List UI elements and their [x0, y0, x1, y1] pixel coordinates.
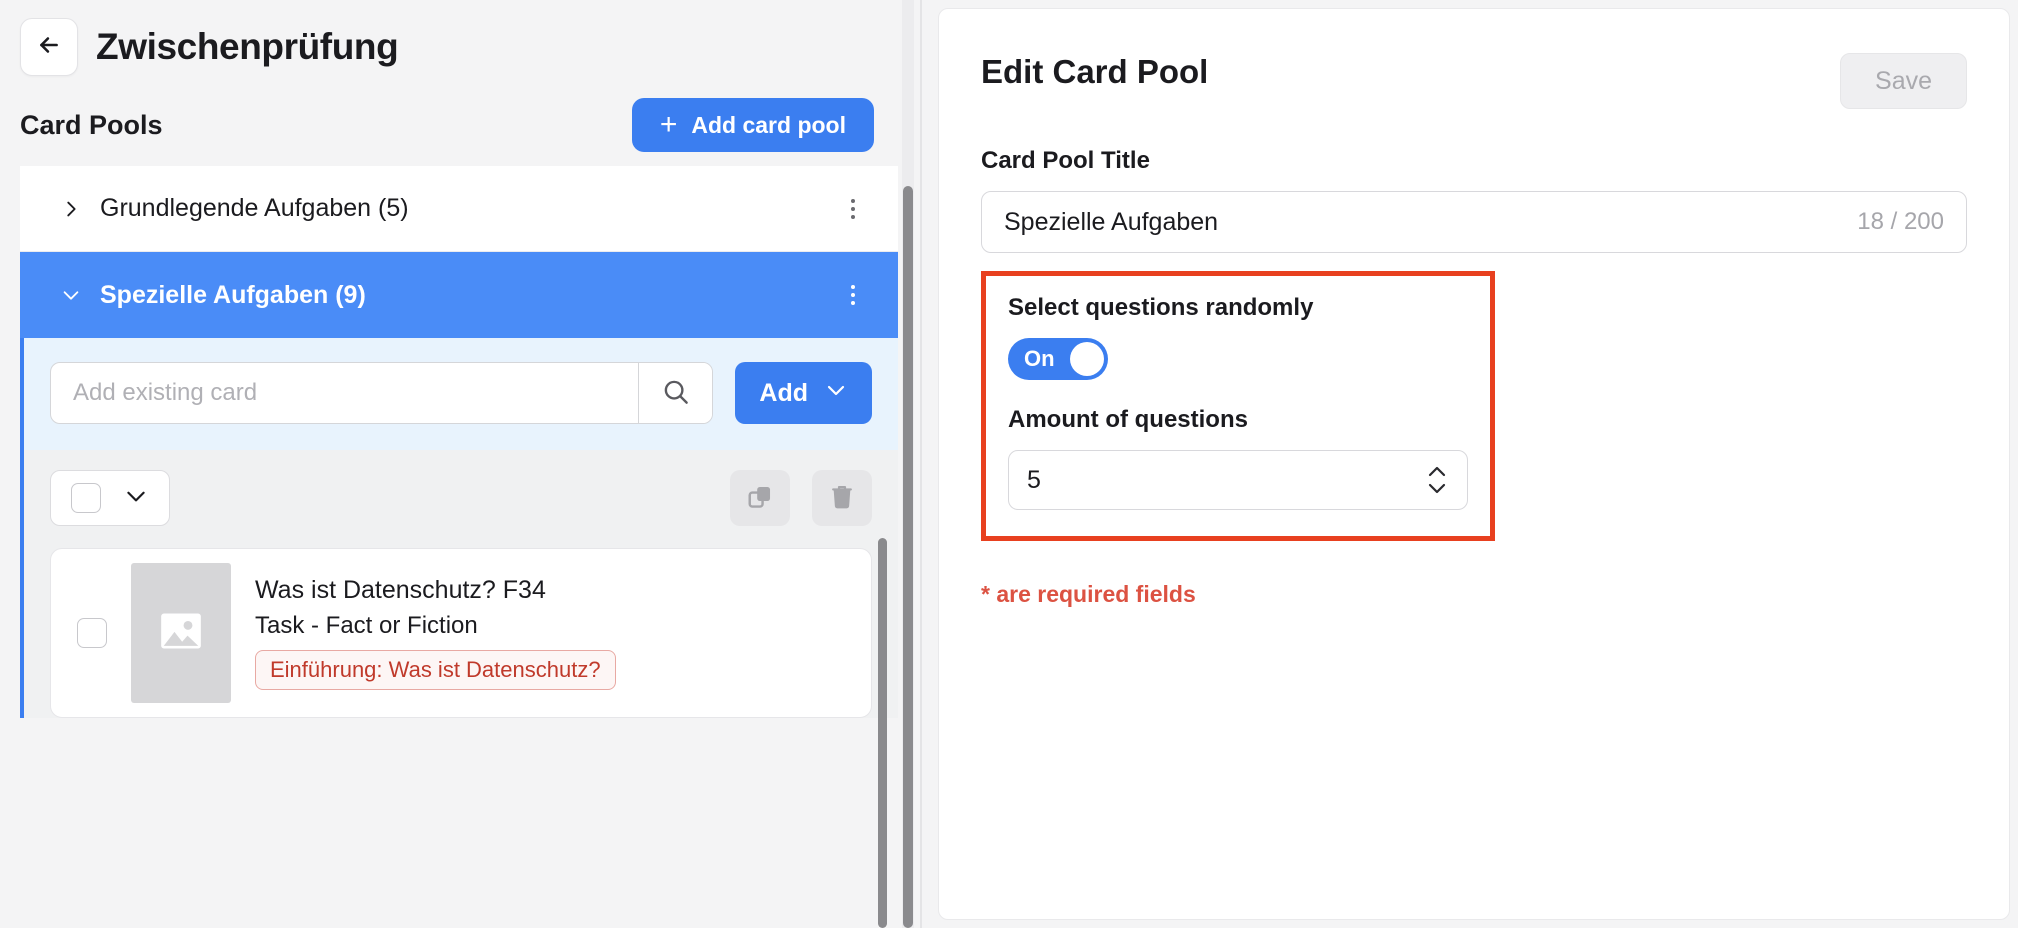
- card-pool-row-active[interactable]: Spezielle Aufgaben (9): [20, 252, 898, 338]
- plus-icon: +: [659, 108, 678, 141]
- chevron-down-icon: [824, 378, 848, 409]
- cards-zone: Was ist Datenschutz? F34 Task - Fact or …: [24, 450, 898, 718]
- kebab-dot: [851, 214, 855, 219]
- card-pool-list: Grundlegende Aufgaben (5) Spezielle Aufg…: [20, 166, 898, 928]
- card-list-scrollbar-thumb[interactable]: [878, 538, 887, 928]
- card-text: Was ist Datenschutz? F34 Task - Fact or …: [255, 576, 616, 690]
- card-pool-expanded-body: Add existing card Add Was ist Datenschut…: [20, 338, 898, 718]
- back-button[interactable]: [20, 18, 78, 76]
- number-stepper[interactable]: [1425, 465, 1449, 495]
- bulk-action-bar: [50, 470, 872, 526]
- page-title: Zwischenprüfung: [96, 26, 399, 67]
- add-card-label: Add: [759, 378, 808, 407]
- search-icon: [661, 377, 691, 410]
- card-pools-panel: Zwischenprüfung Card Pools + Add card po…: [0, 0, 922, 928]
- amount-of-questions-field: [1008, 450, 1468, 510]
- edit-panel-header: Edit Card Pool Save: [981, 53, 1967, 109]
- add-card-pool-button[interactable]: + Add card pool: [631, 98, 874, 152]
- required-fields-note: * are required fields: [981, 581, 1196, 607]
- chevron-right-icon[interactable]: [60, 198, 82, 220]
- edit-panel-title: Edit Card Pool: [981, 53, 1209, 90]
- card-pool-name: Grundlegende Aufgaben (5): [100, 194, 409, 222]
- card-thumbnail: [131, 563, 231, 703]
- card-pool-row-collapsed[interactable]: Grundlegende Aufgaben (5): [20, 166, 898, 252]
- select-randomly-toggle[interactable]: On: [1008, 338, 1108, 380]
- add-card-button[interactable]: Add: [735, 362, 872, 424]
- card-tag: Einführung: Was ist Datenschutz?: [255, 650, 616, 690]
- kebab-dot: [851, 285, 855, 289]
- select-all-dropdown[interactable]: [50, 470, 170, 526]
- card-pools-subheader: Card Pools + Add card pool: [0, 76, 898, 152]
- toggle-knob: [1070, 342, 1104, 376]
- card-pool-menu-button[interactable]: [836, 192, 870, 226]
- search-button[interactable]: [638, 363, 713, 423]
- add-card-toolbar: Add: [24, 338, 898, 450]
- chevron-up-icon: [1428, 466, 1446, 477]
- chevron-down-icon[interactable]: [123, 483, 149, 514]
- bulk-actions: [730, 470, 872, 526]
- image-placeholder-icon: [153, 603, 209, 664]
- edit-card-pool-panel: Edit Card Pool Save Card Pool Title 18 /…: [938, 8, 2010, 920]
- panel-scrollbar-thumb[interactable]: [903, 186, 913, 928]
- copy-icon: [746, 483, 774, 514]
- search-input[interactable]: [51, 363, 639, 423]
- card-title: Was ist Datenschutz? F34: [255, 576, 546, 604]
- card-pool-menu-button-active[interactable]: [836, 278, 870, 312]
- delete-button[interactable]: [812, 470, 872, 526]
- duplicate-button[interactable]: [730, 470, 790, 526]
- amount-of-questions-input[interactable]: [1027, 465, 1425, 495]
- panel-divider: [920, 0, 922, 928]
- toggle-state-label: On: [1024, 346, 1055, 371]
- save-button[interactable]: Save: [1840, 53, 1967, 109]
- select-randomly-label: Select questions randomly: [1008, 294, 1314, 321]
- card-list-item[interactable]: Was ist Datenschutz? F34 Task - Fact or …: [50, 548, 872, 718]
- amount-of-questions-label: Amount of questions: [1008, 406, 1248, 433]
- chevron-down-icon[interactable]: [60, 284, 82, 306]
- kebab-dot: [851, 301, 855, 305]
- card-pool-title-input[interactable]: [1004, 207, 1858, 237]
- card-pool-title-label: Card Pool Title: [981, 147, 1150, 174]
- card-pool-name-active: Spezielle Aufgaben (9): [100, 280, 366, 309]
- chevron-down-icon: [1428, 483, 1446, 494]
- card-subtitle: Task - Fact or Fiction: [255, 612, 478, 639]
- search-combo: [50, 362, 714, 424]
- arrow-left-icon: [36, 32, 62, 63]
- card-checkbox[interactable]: [77, 618, 107, 648]
- card-pools-label: Card Pools: [20, 109, 163, 140]
- card-pool-title-field: 18 / 200: [981, 191, 1967, 253]
- select-all-checkbox[interactable]: [71, 483, 101, 513]
- left-header: Zwischenprüfung: [0, 0, 898, 76]
- character-counter: 18 / 200: [1857, 208, 1944, 235]
- kebab-dot: [851, 198, 855, 203]
- kebab-dot: [851, 293, 855, 297]
- random-selection-highlight: Select questions randomly On Amount of q…: [981, 271, 1495, 541]
- kebab-dot: [851, 206, 855, 211]
- trash-icon: [828, 483, 856, 514]
- app-root: Zwischenprüfung Card Pools + Add card po…: [0, 0, 2018, 928]
- add-card-pool-label: Add card pool: [691, 111, 846, 138]
